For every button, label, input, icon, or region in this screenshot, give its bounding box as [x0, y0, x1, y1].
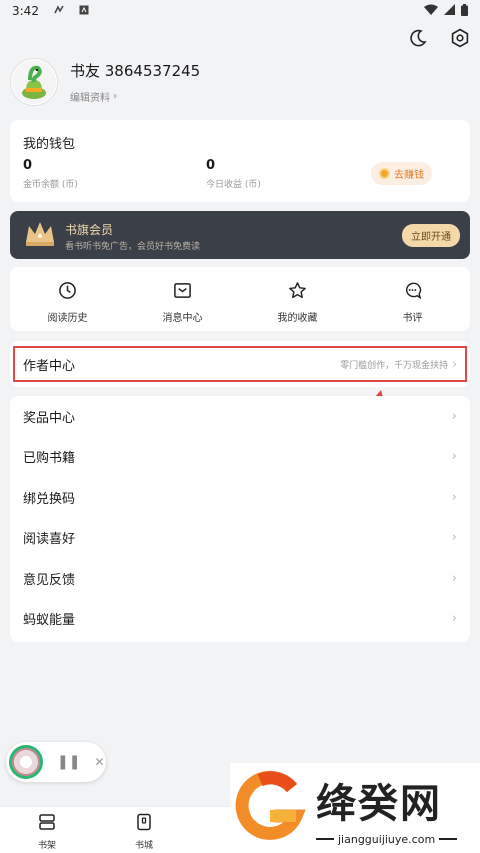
menu-item-purchased-books[interactable]: 已购书籍 ›	[10, 437, 470, 478]
bookstore-icon	[135, 813, 153, 835]
menu-item-prize-center[interactable]: 奖品中心 ›	[10, 396, 470, 437]
shortcut-message-center[interactable]: 消息中心	[125, 267, 240, 331]
today-income-label: 今日收益 (币)	[206, 180, 261, 190]
vip-subtitle: 看书听书免广告，会员好书免费读	[65, 242, 201, 252]
shortcut-book-reviews[interactable]: 书评	[355, 267, 470, 331]
signal-icon	[444, 4, 455, 18]
mini-audio-player[interactable]: ❚❚ ✕	[6, 742, 106, 782]
chevron-right-icon: ›	[451, 611, 457, 627]
today-income[interactable]: 0 今日收益 (币)	[206, 158, 261, 190]
menu-item-redeem-code[interactable]: 绑兑换码 ›	[10, 477, 470, 518]
settings-gear-icon[interactable]	[450, 28, 470, 52]
author-center-hint: 零门槛创作，千万现金扶持	[340, 360, 449, 371]
earn-money-label: 去赚钱	[394, 170, 424, 181]
status-bar: 3:42	[0, 0, 480, 22]
message-icon	[173, 281, 192, 304]
top-actions	[408, 28, 470, 52]
author-center-card: 作者中心 零门槛创作，千万现金扶持 ›	[10, 341, 470, 387]
app-notification-icon	[79, 4, 89, 18]
username: 书友 3864537245	[70, 62, 201, 80]
chevron-right-icon: ›	[113, 91, 117, 102]
clock-icon	[58, 281, 77, 304]
earn-money-button[interactable]: 去赚钱	[371, 162, 432, 185]
coin-balance-value: 0	[23, 158, 33, 173]
coin-icon	[379, 168, 390, 179]
crown-icon	[22, 216, 58, 256]
profile-header[interactable]: 书友 3864537245 编辑资料 ›	[10, 58, 200, 106]
menu-item-feedback[interactable]: 意见反馈 ›	[10, 558, 470, 599]
watermark-url: jiangguijiuye.com	[338, 832, 436, 846]
wifi-icon	[424, 4, 438, 18]
chevron-right-icon: ›	[451, 530, 457, 546]
avatar[interactable]	[10, 58, 58, 106]
shortcut-label: 阅读历史	[47, 313, 88, 324]
watermark: 绛癸网 jiangguijiuye.com	[230, 763, 480, 853]
tab-label: 书架	[37, 841, 56, 851]
menu-item-label: 已购书籍	[23, 451, 76, 467]
shortcut-label: 我的收藏	[277, 313, 318, 324]
chevron-right-icon: ›	[451, 449, 457, 465]
menu-item-label: 意见反馈	[23, 572, 76, 588]
edit-profile-link[interactable]: 编辑资料 ›	[70, 89, 200, 104]
shortcut-label: 消息中心	[162, 313, 203, 324]
menu-item-label: 阅读喜好	[23, 532, 76, 548]
menu-item-label: 奖品中心	[23, 410, 76, 426]
today-income-value: 0	[206, 158, 216, 173]
vip-banner[interactable]: 书旗会员 看书听书免广告，会员好书免费读 立即开通	[10, 211, 470, 259]
chevron-right-icon: ›	[451, 489, 457, 505]
chevron-right-icon: ›	[451, 408, 457, 424]
author-center-row[interactable]: 作者中心 零门槛创作，千万现金扶持 ›	[13, 346, 467, 382]
shortcut-grid: 阅读历史 消息中心 我的收藏 书评	[10, 267, 470, 331]
chevron-right-icon: ›	[451, 570, 457, 586]
night-mode-icon[interactable]	[408, 28, 428, 52]
comment-icon	[403, 281, 422, 304]
watermark-logo-icon	[230, 766, 310, 850]
bookshelf-icon	[38, 813, 56, 835]
watermark-url-row: jiangguijiuye.com	[316, 832, 458, 846]
vip-title: 书旗会员	[65, 223, 114, 237]
menu-item-ant-energy[interactable]: 蚂蚁能量 ›	[10, 599, 470, 640]
settings-menu: 奖品中心 › 已购书籍 › 绑兑换码 › 阅读喜好 › 意见反馈 › 蚂蚁能量 …	[10, 396, 470, 642]
tab-bookstore[interactable]: 书城	[114, 813, 174, 851]
tab-bookshelf[interactable]: 书架	[17, 813, 77, 851]
tab-label: 书城	[134, 841, 153, 851]
author-center-hint-wrap: 零门槛创作，千万现金扶持 ›	[340, 357, 457, 371]
shortcut-label: 书评	[402, 313, 423, 324]
pause-icon[interactable]: ❚❚	[57, 754, 80, 770]
chevron-right-icon: ›	[452, 357, 457, 371]
menu-item-label: 绑兑换码	[23, 491, 76, 507]
menu-item-label: 蚂蚁能量	[23, 613, 76, 629]
vip-open-button[interactable]: 立即开通	[402, 224, 460, 247]
book-cover-disc[interactable]	[9, 745, 43, 779]
wallet-card[interactable]: 我的钱包 0 金币余额 (币) 0 今日收益 (币) 去赚钱	[10, 120, 470, 202]
coin-balance-label: 金币余额 (币)	[23, 180, 78, 190]
wallet-title: 我的钱包	[23, 137, 76, 152]
notification-icon	[53, 4, 65, 19]
status-time: 3:42	[12, 4, 39, 18]
shortcut-reading-history[interactable]: 阅读历史	[10, 267, 125, 331]
battery-icon	[461, 3, 468, 19]
close-icon[interactable]: ✕	[94, 755, 104, 769]
edit-profile-label: 编辑资料	[70, 93, 110, 104]
shortcut-favorites[interactable]: 我的收藏	[240, 267, 355, 331]
author-center-title: 作者中心	[23, 358, 76, 374]
menu-item-reading-preference[interactable]: 阅读喜好 ›	[10, 518, 470, 559]
coin-balance[interactable]: 0 金币余额 (币)	[23, 158, 78, 190]
star-icon	[288, 281, 307, 304]
watermark-name: 绛癸网	[316, 780, 442, 827]
